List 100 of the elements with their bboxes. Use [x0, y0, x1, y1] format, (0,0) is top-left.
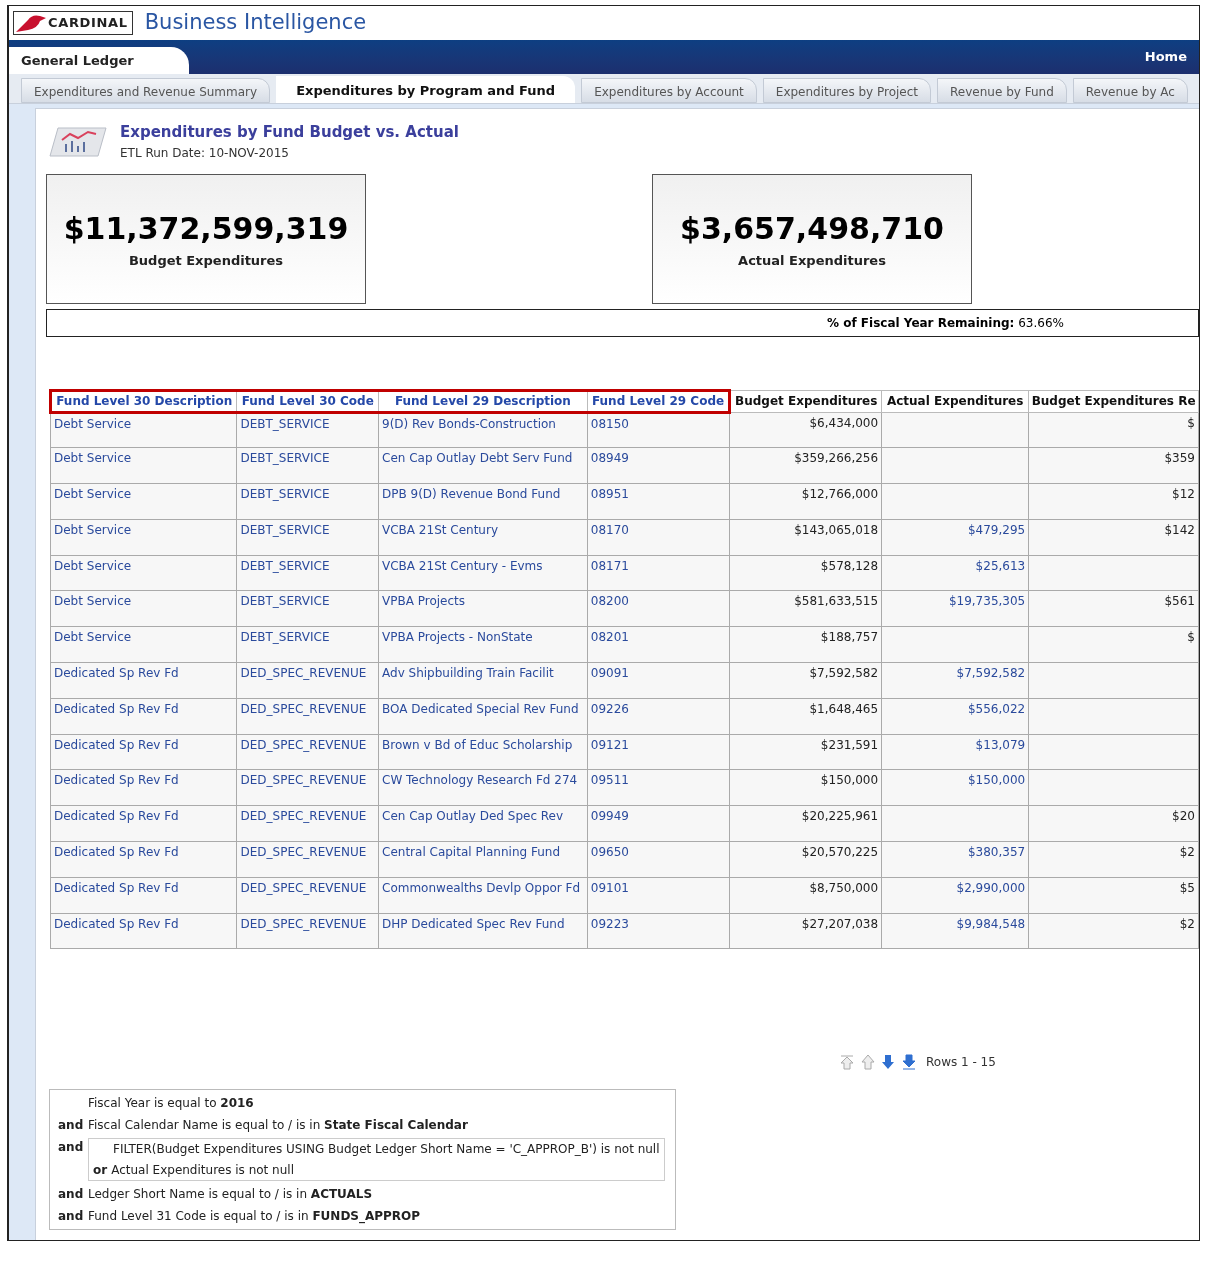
table-cell[interactable]: Dedicated Sp Rev Fd	[50, 877, 237, 914]
table-cell[interactable]: DED_SPEC_REVENUE	[237, 841, 379, 878]
table-cell[interactable]: Cen Cap Outlay Debt Serv Fund	[378, 447, 588, 484]
table-cell[interactable]: CW Technology Research Fd 274	[378, 769, 588, 806]
table-cell: $5	[1028, 877, 1199, 914]
table-cell[interactable]: Dedicated Sp Rev Fd	[50, 913, 237, 949]
table-cell[interactable]: DPB 9(D) Revenue Bond Fund	[378, 483, 588, 520]
table-cell[interactable]: Commonwealths Devlp Oppor Fd	[378, 877, 588, 914]
table-cell[interactable]: VPBA Projects - NonState	[378, 626, 588, 663]
column-header[interactable]: Fund Level 30 Description	[50, 390, 237, 412]
table-cell[interactable]: 08171	[587, 555, 730, 591]
table-cell[interactable]: Dedicated Sp Rev Fd	[50, 698, 237, 735]
table-cell[interactable]: $13,079	[881, 734, 1029, 770]
table-cell[interactable]: $479,295	[881, 519, 1029, 556]
table-cell[interactable]: DHP Dedicated Spec Rev Fund	[378, 913, 588, 949]
table-cell[interactable]: Dedicated Sp Rev Fd	[50, 734, 237, 770]
filter-condition: Fund Level 31 Code is equal to / is in FUNDS_APPROP	[88, 1208, 421, 1226]
table-cell: $188,757	[729, 626, 882, 663]
table-cell[interactable]: DEBT_SERVICE	[237, 591, 379, 627]
table-cell[interactable]: DEBT_SERVICE	[237, 519, 379, 556]
table-cell[interactable]: DEBT_SERVICE	[237, 412, 379, 448]
table-cell[interactable]: VCBA 21St Century - Evms	[378, 555, 588, 591]
table-cell[interactable]: DED_SPEC_REVENUE	[237, 662, 379, 699]
report-tab[interactable]: Expenditures by Project	[762, 78, 932, 103]
table-cell: $7,592,582	[729, 662, 882, 699]
table-cell[interactable]: Dedicated Sp Rev Fd	[50, 769, 237, 806]
table-cell[interactable]: 08949	[587, 447, 730, 484]
table-cell[interactable]: 08150	[587, 412, 730, 448]
home-link[interactable]: Home	[1144, 47, 1187, 67]
report-tab[interactable]: Revenue by Fund	[937, 78, 1067, 103]
report-tab[interactable]: Expenditures by Account	[581, 78, 757, 103]
table-cell[interactable]: 9(D) Rev Bonds-Construction	[378, 412, 588, 448]
table-cell[interactable]: Cen Cap Outlay Ded Spec Rev	[378, 805, 588, 842]
table-cell[interactable]: 09101	[587, 877, 730, 914]
column-header[interactable]: Budget Expenditures	[729, 390, 882, 412]
table-cell[interactable]: 09121	[587, 734, 730, 770]
table-cell[interactable]: $556,022	[881, 698, 1029, 735]
table-cell[interactable]: $2,990,000	[881, 877, 1029, 914]
table-cell[interactable]: VPBA Projects	[378, 591, 588, 627]
table-cell[interactable]: 09091	[587, 662, 730, 699]
table-cell: $142	[1028, 519, 1199, 556]
table-cell[interactable]: DED_SPEC_REVENUE	[237, 769, 379, 806]
table-cell[interactable]: DEBT_SERVICE	[237, 626, 379, 663]
table-cell[interactable]: DED_SPEC_REVENUE	[237, 734, 379, 770]
table-cell[interactable]: Dedicated Sp Rev Fd	[50, 662, 237, 699]
column-header[interactable]: Budget Expenditures Re	[1028, 390, 1199, 412]
column-header[interactable]: Fund Level 29 Description	[378, 390, 588, 412]
table-cell[interactable]: DEBT_SERVICE	[237, 555, 379, 591]
conjunction: and	[58, 1117, 85, 1135]
table-cell[interactable]: Dedicated Sp Rev Fd	[50, 841, 237, 878]
table-cell[interactable]: 08201	[587, 626, 730, 663]
table-cell[interactable]: Debt Service	[50, 519, 237, 556]
table-cell[interactable]: 08200	[587, 591, 730, 627]
table-cell: $578,128	[729, 555, 882, 591]
table-cell[interactable]: 08951	[587, 483, 730, 520]
table-cell[interactable]: $25,613	[881, 555, 1029, 591]
table-cell[interactable]: VCBA 21St Century	[378, 519, 588, 556]
table-cell[interactable]: Debt Service	[50, 447, 237, 484]
table-cell[interactable]: $150,000	[881, 769, 1029, 806]
fiscal-remaining-text: % of Fiscal Year Remaining: 63.66%	[827, 314, 1064, 332]
column-header[interactable]: Actual Expenditures	[881, 390, 1029, 412]
table-cell[interactable]: Debt Service	[50, 483, 237, 520]
table-cell[interactable]: Central Capital Planning Fund	[378, 841, 588, 878]
table-cell[interactable]: 09511	[587, 769, 730, 806]
table-cell[interactable]: BOA Dedicated Special Rev Fund	[378, 698, 588, 735]
table-cell[interactable]: DED_SPEC_REVENUE	[237, 913, 379, 949]
table-cell[interactable]: 09223	[587, 913, 730, 949]
table-cell[interactable]: DED_SPEC_REVENUE	[237, 877, 379, 914]
table-cell[interactable]: 09949	[587, 805, 730, 842]
table-cell[interactable]: 08170	[587, 519, 730, 556]
table-cell[interactable]: Debt Service	[50, 626, 237, 663]
table-cell[interactable]: DEBT_SERVICE	[237, 483, 379, 520]
app-title: Business Intelligence	[144, 9, 367, 37]
table-cell[interactable]: 09650	[587, 841, 730, 878]
table-cell: $12	[1028, 483, 1199, 520]
table-cell: $20,225,961	[729, 805, 882, 842]
table-cell[interactable]: DED_SPEC_REVENUE	[237, 698, 379, 735]
table-cell[interactable]: Dedicated Sp Rev Fd	[50, 805, 237, 842]
dashboard-tab[interactable]: General Ledger	[9, 46, 189, 74]
table-cell[interactable]: $380,357	[881, 841, 1029, 878]
table-cell[interactable]: Brown v Bd of Educ Scholarship	[378, 734, 588, 770]
report-tab[interactable]: Expenditures and Revenue Summary	[21, 78, 271, 103]
table-cell: $	[1028, 626, 1199, 663]
table-cell: $2	[1028, 913, 1199, 949]
table-cell[interactable]: Adv Shipbuilding Train Facilit	[378, 662, 588, 699]
report-tab[interactable]: Revenue by Ac	[1072, 78, 1188, 103]
table-cell[interactable]: $7,592,582	[881, 662, 1029, 699]
table-cell[interactable]: $9,984,548	[881, 913, 1029, 949]
table-cell[interactable]: Debt Service	[50, 555, 237, 591]
table-cell: $6,434,000	[729, 412, 882, 448]
table-cell[interactable]: DED_SPEC_REVENUE	[237, 805, 379, 842]
table-cell[interactable]: 09226	[587, 698, 730, 735]
table-cell[interactable]: $19,735,305	[881, 591, 1029, 627]
table-cell[interactable]: Debt Service	[50, 591, 237, 627]
etl-run-date: ETL Run Date: 10-NOV-2015	[120, 144, 290, 162]
last-page-icon[interactable]	[900, 1053, 918, 1072]
column-header[interactable]: Fund Level 29 Code	[587, 390, 730, 412]
table-cell[interactable]: Debt Service	[50, 412, 237, 448]
report-tab[interactable]: Expenditures by Program and Fund	[276, 76, 576, 103]
table-cell[interactable]: DEBT_SERVICE	[237, 447, 379, 484]
